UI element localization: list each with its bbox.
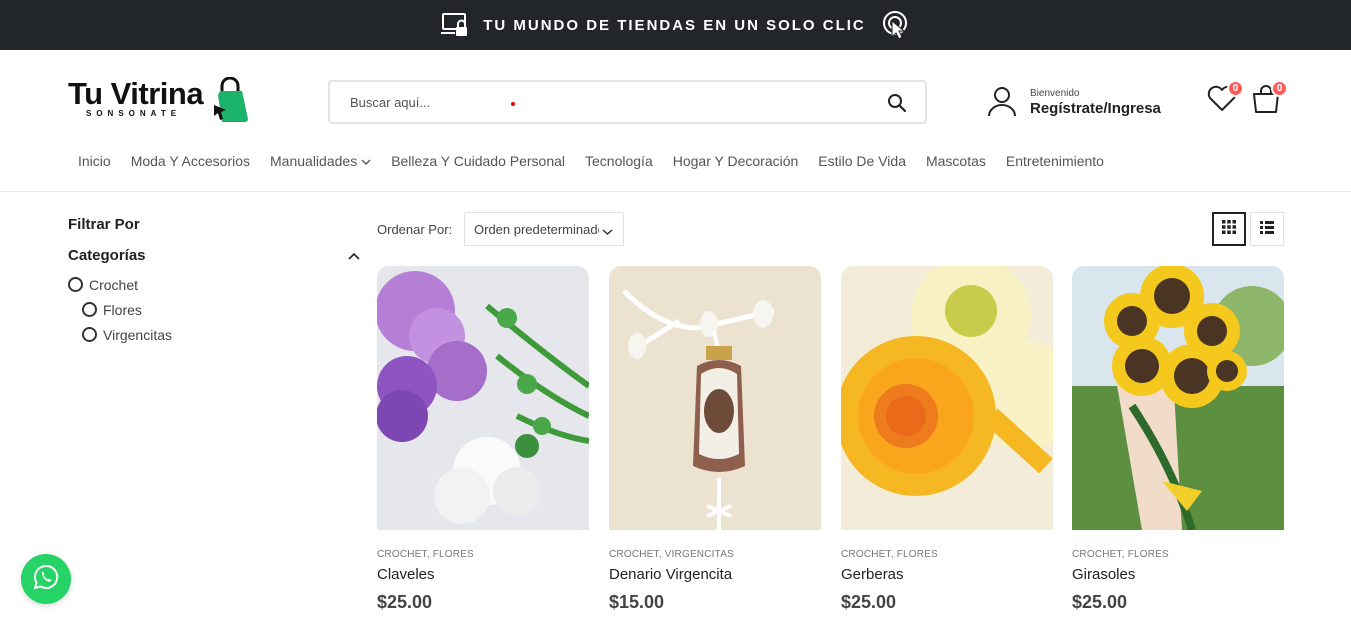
shopping-bag-logo-icon [212,76,250,128]
nav-item-moda-accesorios[interactable]: Moda Y Accesorios [121,152,260,170]
radio-button[interactable] [68,277,83,292]
nav-item-hogar[interactable]: Hogar Y Decoración [663,152,809,170]
main-nav: Inicio Moda Y Accesorios Manualidades Be… [0,140,1351,192]
top-promo-bar: TU MUNDO DE TIENDAS EN UN SOLO CLIC [0,0,1351,50]
product-price: $25.00 [841,592,897,612]
nav-item-label: Tecnología [585,153,653,169]
account-link[interactable]: Bienvenido Regístrate/Ingresa [986,83,1161,123]
whatsapp-icon [32,563,60,596]
user-icon [986,85,1018,122]
nav-item-mascotas[interactable]: Mascotas [916,152,996,170]
radio-button[interactable] [82,302,97,317]
heart-icon [1206,85,1238,118]
product-image-gerberas[interactable] [841,266,1053,530]
product-image-girasoles[interactable] [1072,266,1284,530]
search-input[interactable] [350,92,870,112]
click-icon [880,10,910,40]
nav-item-entretenimiento[interactable]: Entretenimiento [996,152,1114,170]
nav-item-belleza[interactable]: Belleza Y Cuidado Personal [381,152,575,170]
sort-label: Ordenar Por: [377,222,453,237]
product-price: $15.00 [609,592,665,612]
product-image-denario-virgencita[interactable] [609,266,821,530]
wishlist-count-badge: 0 [1227,80,1244,97]
promo: TU MUNDO DE TIENDAS EN UN SOLO CLIC [441,10,910,40]
nav-item-label: Entretenimiento [1005,153,1104,169]
chevron-down-icon [599,224,613,239]
register-login-link[interactable]: Regístrate/Ingresa [1030,100,1161,118]
categories-toggle[interactable]: Categorías [68,247,360,264]
grid-icon [1221,219,1237,240]
product-name[interactable]: Gerberas [841,566,1053,584]
logo-subtitle: SONSONATE [86,109,182,118]
sort-select[interactable]: Orden predeterminado [464,212,624,246]
nav-item-manualidades[interactable]: Manualidades [260,152,381,170]
nav-item-label: Belleza Y Cuidado Personal [391,153,566,169]
nav-item-inicio[interactable]: Inicio [68,152,121,170]
product-price: $25.00 [377,592,433,612]
category-item-flores[interactable]: Flores [68,297,360,322]
logo-name: Tu Vitrina [68,76,204,111]
nav-item-label: Hogar Y Decoración [672,153,799,169]
nav-item-tecnologia[interactable]: Tecnología [575,152,663,170]
shopping-bag-icon [1250,85,1282,118]
filter-sidebar: Filtrar Por Categorías Crochet Flores Vi… [68,216,360,347]
cart-count-badge: 0 [1271,80,1288,97]
product-categories[interactable]: CROCHET, FLORES [377,549,589,561]
product-name[interactable]: Claveles [377,566,589,584]
site-logo[interactable]: Tu Vitrina SONSONATE [68,76,250,126]
product-card[interactable]: CROCHET, FLORES Gerberas $25.00 [841,266,1053,612]
product-toolbar: Ordenar Por: Orden predeterminado [377,212,1284,246]
nav-item-estilo-vida[interactable]: Estilo De Vida [808,152,916,170]
product-name[interactable]: Girasoles [1072,566,1284,584]
list-icon [1259,219,1275,240]
laptop-lock-icon [441,12,469,38]
cart-button[interactable]: 0 [1250,80,1288,118]
product-categories[interactable]: CROCHET, VIRGENCITAS [609,549,821,561]
category-list: Crochet Flores Virgencitas [68,272,360,347]
product-categories[interactable]: CROCHET, FLORES [841,549,1053,561]
welcome-text: Bienvenido [1030,88,1080,99]
nav-item-label: Moda Y Accesorios [130,153,251,169]
list-view-button[interactable] [1250,212,1284,246]
search-bar [328,80,927,124]
nav-item-label: Mascotas [925,153,986,169]
sort-value: Orden predeterminado [474,222,605,237]
grid-view-button[interactable] [1212,212,1246,246]
product-grid: CROCHET, FLORES Claveles $25.00 CROCHET, [377,266,1284,616]
radio-button[interactable] [82,327,97,342]
product-card[interactable]: CROCHET, FLORES Girasoles $25.00 [1072,266,1284,612]
category-label: Flores [103,301,142,318]
search-icon[interactable] [885,91,909,115]
filter-title: Filtrar Por [68,216,140,233]
product-card[interactable]: CROCHET, VIRGENCITAS Denario Virgencita … [609,266,821,612]
nav-item-label: Manualidades [270,153,358,169]
nav-item-label: Inicio [78,153,111,169]
product-categories[interactable]: CROCHET, FLORES [1072,549,1284,561]
product-image-claveles[interactable] [377,266,589,530]
categories-title: Categorías [68,247,146,264]
whatsapp-button[interactable] [21,554,71,604]
nav-item-label: Estilo De Vida [818,153,906,169]
chevron-up-icon [348,247,360,264]
site-header: Tu Vitrina SONSONATE Bienvenido [0,50,1351,140]
chevron-down-icon [361,152,371,170]
cursor-dot [511,102,515,106]
product-price: $25.00 [1072,592,1128,612]
category-item-virgencitas[interactable]: Virgencitas [68,322,360,347]
category-label: Crochet [89,276,139,293]
category-label: Virgencitas [103,326,173,343]
category-item-crochet[interactable]: Crochet [68,272,360,297]
promo-text: TU MUNDO DE TIENDAS EN UN SOLO CLIC [483,16,866,34]
product-name[interactable]: Denario Virgencita [609,566,821,584]
wishlist-button[interactable]: 0 [1206,80,1244,118]
product-card[interactable]: CROCHET, FLORES Claveles $25.00 [377,266,589,612]
